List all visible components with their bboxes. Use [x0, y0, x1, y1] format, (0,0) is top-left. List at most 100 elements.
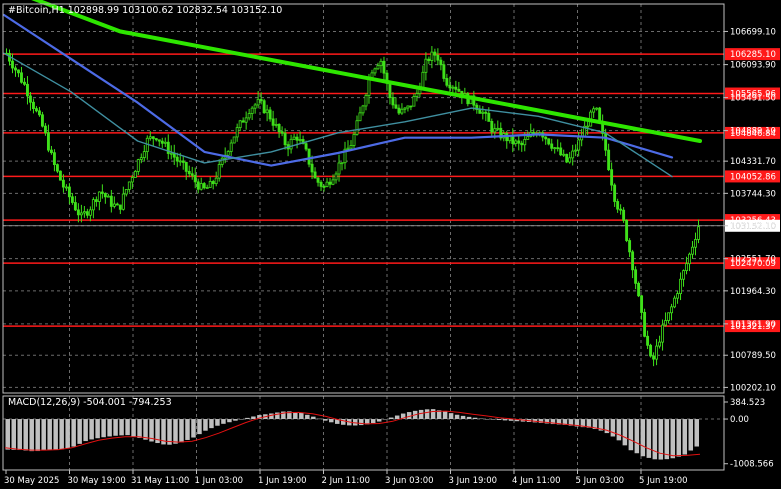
candle-body — [20, 72, 23, 83]
labels: #Bitcoin,H1 102898.99 103100.62 102832.5… — [8, 5, 282, 408]
candle-body — [628, 240, 632, 253]
candle-body — [445, 78, 449, 86]
candle-body — [631, 251, 635, 271]
chart-window[interactable]: 106285.10105565.96104846.84104052.861032… — [0, 0, 781, 489]
candle-body — [154, 138, 158, 141]
moving-average-line — [2, 13, 674, 167]
candle-body — [304, 143, 308, 150]
macd-bar — [688, 419, 694, 451]
macd-bar — [341, 419, 346, 425]
macd-bar — [239, 419, 244, 420]
macd-bar — [460, 415, 466, 420]
candle-body — [169, 152, 173, 155]
candle-body — [208, 181, 212, 188]
candle-body — [163, 141, 167, 144]
macd-bar — [293, 412, 298, 420]
candle-body — [409, 105, 413, 108]
y-tick-label: 106093.90 — [730, 61, 776, 71]
candle-body — [484, 111, 488, 114]
candle-body — [268, 109, 272, 120]
candle-body — [658, 341, 662, 347]
candle-body — [379, 60, 383, 67]
candle-body — [403, 107, 407, 110]
candle-body — [397, 107, 401, 114]
candle-body — [442, 64, 446, 79]
candle-body — [637, 282, 641, 297]
candle-body — [247, 113, 251, 119]
candle-body — [562, 153, 566, 156]
candle-body — [328, 181, 332, 185]
chart-canvas[interactable]: 106285.10105565.96104846.84104052.861032… — [0, 0, 781, 489]
candle-body — [313, 171, 317, 179]
macd-bar — [490, 419, 496, 420]
candle-body — [625, 219, 629, 241]
macd-bar — [676, 419, 682, 457]
candle-body — [253, 104, 257, 109]
macd-bar — [466, 416, 472, 420]
macd-bar — [143, 419, 148, 440]
candle-body — [565, 153, 569, 163]
candle-body — [55, 164, 59, 172]
macd-bar — [622, 419, 628, 446]
macd-bar — [191, 419, 196, 438]
macd-bar — [77, 419, 82, 444]
candle-body — [685, 263, 688, 272]
candle-body — [40, 114, 44, 127]
chart-title: #Bitcoin,H1 102898.99 103100.62 102832.5… — [8, 5, 282, 16]
candle-body — [622, 209, 626, 221]
candle-body — [448, 84, 452, 89]
candle-body — [517, 140, 521, 144]
candle-body — [415, 93, 419, 97]
candle-body — [17, 69, 20, 74]
macd-bar — [610, 419, 616, 437]
candle-body — [493, 128, 497, 133]
candle-body — [70, 196, 74, 203]
candle-body — [178, 160, 182, 163]
candle-body — [661, 324, 665, 343]
candle-body — [676, 293, 679, 299]
macd-bar — [454, 414, 460, 420]
macd-bar — [496, 419, 502, 420]
y-tick-label: 103744.30 — [730, 189, 776, 199]
y-tick-label: 106699.10 — [730, 27, 776, 37]
macd-title: MACD(12,26,9) -504.001 -794.253 — [8, 397, 172, 408]
candle-body — [310, 163, 314, 173]
candle-body — [43, 125, 47, 134]
candle-body — [115, 203, 119, 206]
candle-body — [655, 345, 659, 360]
macd-bar — [311, 416, 316, 420]
x-tick-label: 5 Jun 03:00 — [576, 476, 625, 486]
candle-body — [454, 86, 458, 90]
candle-body — [151, 136, 155, 139]
y-tick-label: 101964.30 — [730, 287, 776, 297]
candle-body — [691, 246, 694, 255]
macd-bar — [323, 419, 328, 421]
candle-body — [235, 127, 239, 138]
macd-panel — [3, 409, 724, 460]
candle-body — [79, 212, 83, 216]
macd-bar — [628, 419, 634, 451]
candle-body — [352, 134, 356, 146]
macd-bar — [664, 419, 670, 460]
candle-body — [38, 110, 41, 116]
candle-body — [232, 136, 236, 144]
macd-bar — [388, 417, 394, 420]
candle-body — [160, 140, 164, 144]
candle-body — [664, 320, 667, 326]
macd-bar — [305, 414, 310, 420]
macd-bar — [646, 419, 652, 458]
candle-body — [127, 181, 131, 190]
macd-bar — [179, 419, 184, 443]
candle-body — [679, 278, 682, 295]
candle-body — [193, 174, 197, 183]
price-level-label: 104052.86 — [730, 172, 776, 182]
macd-bar — [29, 419, 34, 452]
candle-body — [29, 95, 32, 103]
candle-body — [184, 162, 188, 172]
macd-bar — [209, 419, 214, 429]
candle-body — [616, 201, 620, 210]
candle-body — [289, 138, 293, 150]
candle-body — [319, 181, 323, 187]
x-tick-label: 31 May 11:00 — [131, 476, 189, 486]
price-level-label: 106285.10 — [730, 50, 776, 60]
